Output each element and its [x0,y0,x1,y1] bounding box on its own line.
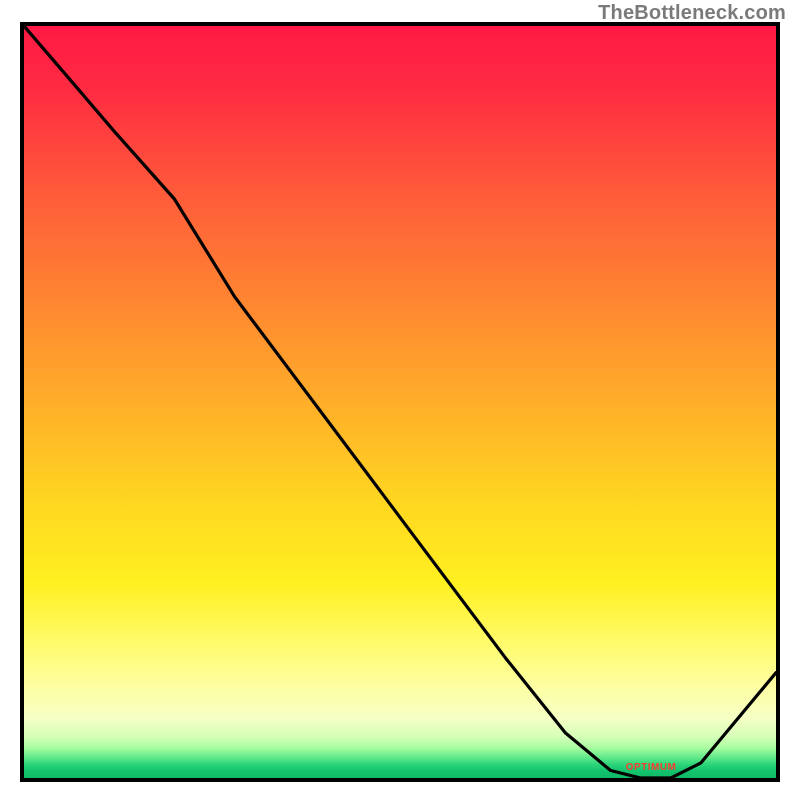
series-path [24,26,776,778]
plot-area: OPTIMUM [20,22,780,782]
chart-root: TheBottleneck.com OPTIMUM [0,0,800,800]
optimum-annotation: OPTIMUM [626,762,677,773]
line-series [24,26,776,778]
